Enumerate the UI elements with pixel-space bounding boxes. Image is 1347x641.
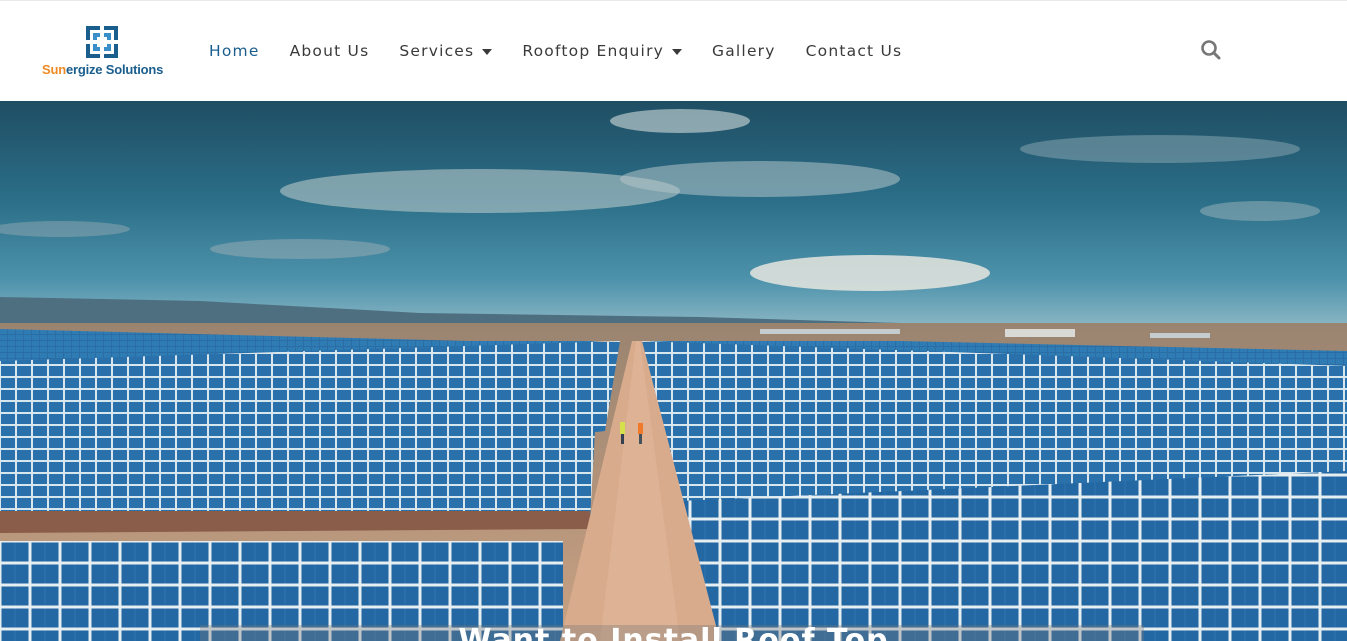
nav-rooftop-enquiry-label: Rooftop Enquiry [522,42,665,60]
nav-home-label: Home [209,42,260,60]
caret-down-icon [482,48,493,55]
nav-home[interactable]: Home [209,42,260,60]
nav-services-label: Services [399,42,475,60]
hero-banner: Want to Install Roof Top [0,101,1347,641]
solar-farm-photo [0,101,1347,641]
nav-gallery-label: Gallery [712,42,776,60]
main-menu: Home About Us Services Rooftop Enquiry G… [209,39,932,63]
nav-about-us-label: About Us [289,42,370,60]
nav-rooftop-enquiry[interactable]: Rooftop Enquiry [522,42,683,60]
brand-name-highlight: Sun [42,62,66,77]
brand-name: Sunergize Solutions [42,62,163,77]
square-frame-logo-icon [84,24,120,60]
hero-caption: Want to Install Roof Top [458,623,889,641]
caret-down-icon [672,48,683,55]
nav-services[interactable]: Services [399,42,493,60]
nav-gallery[interactable]: Gallery [712,42,776,60]
nav-about-us[interactable]: About Us [290,42,370,60]
top-navbar: Sunergize Solutions Home About Us Servic… [0,0,1347,101]
search-button[interactable] [1199,38,1223,62]
brand-name-rest: ergize Solutions [65,62,164,77]
brand-logo[interactable]: Sunergize Solutions [42,21,166,83]
search-icon [1201,40,1221,60]
nav-contact-us-label: Contact Us [805,42,903,60]
nav-contact-us[interactable]: Contact Us [806,42,903,60]
